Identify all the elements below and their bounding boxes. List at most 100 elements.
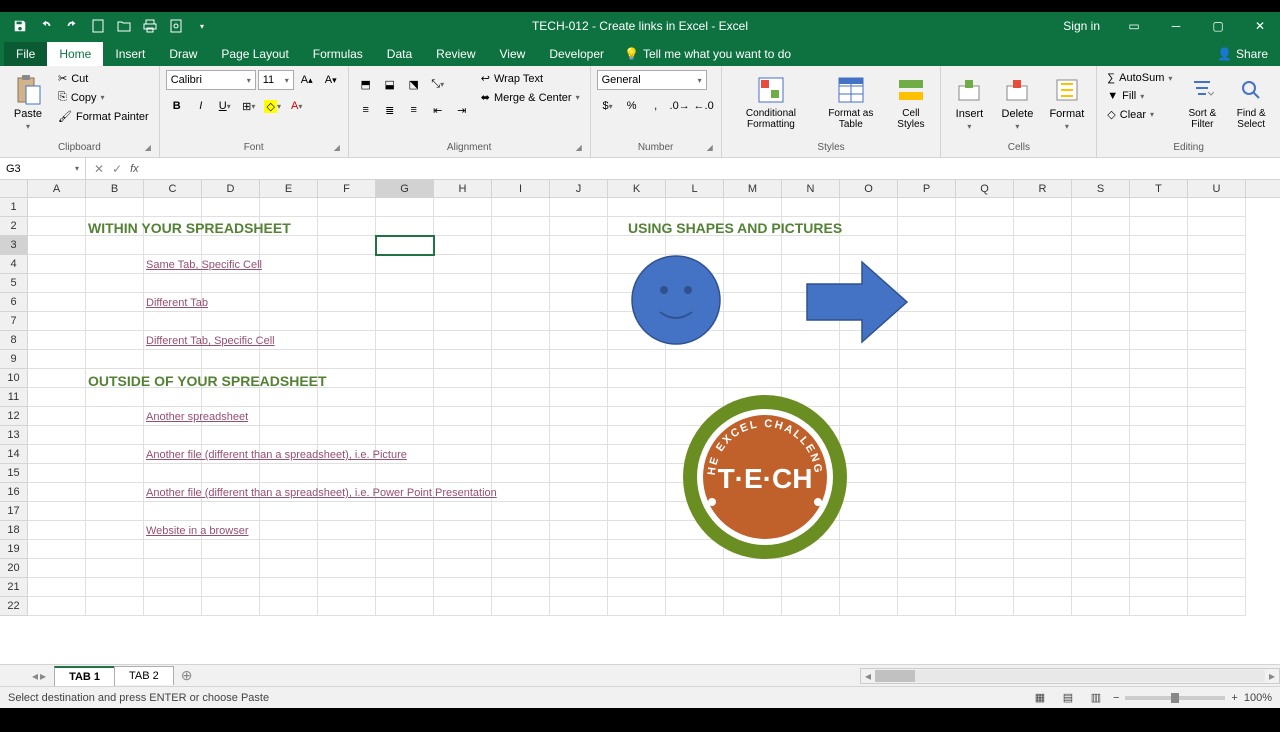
cell-B19[interactable] (86, 540, 144, 559)
cell-M1[interactable] (724, 198, 782, 217)
cell-J18[interactable] (550, 521, 608, 540)
page-break-view-icon[interactable]: ▥ (1085, 689, 1107, 707)
cell-Q14[interactable] (956, 445, 1014, 464)
cell-J1[interactable] (550, 198, 608, 217)
print-icon[interactable] (138, 14, 162, 38)
tab-view[interactable]: View (488, 42, 538, 66)
cell-I2[interactable] (492, 217, 550, 236)
row-header-1[interactable]: 1 (0, 198, 28, 217)
cell-H5[interactable] (434, 274, 492, 293)
row-header-19[interactable]: 19 (0, 540, 28, 559)
cell-U16[interactable] (1188, 483, 1246, 502)
cell-A8[interactable] (28, 331, 86, 350)
cell-I19[interactable] (492, 540, 550, 559)
cell-E6[interactable] (260, 293, 318, 312)
cell-J16[interactable] (550, 483, 608, 502)
row-header-2[interactable]: 2 (0, 217, 28, 236)
cell-J22[interactable] (550, 597, 608, 616)
format-painter-button[interactable]: 🖌Format Painter (54, 108, 153, 125)
cell-D11[interactable] (202, 388, 260, 407)
cell-D1[interactable] (202, 198, 260, 217)
orientation-icon[interactable]: ⤡▾ (427, 74, 449, 94)
cell-N10[interactable] (782, 369, 840, 388)
cell-S2[interactable] (1072, 217, 1130, 236)
tab-developer[interactable]: Developer (537, 42, 616, 66)
row-header-7[interactable]: 7 (0, 312, 28, 331)
cell-T22[interactable] (1130, 597, 1188, 616)
cell-I20[interactable] (492, 559, 550, 578)
cell-E13[interactable] (260, 426, 318, 445)
cell-R13[interactable] (1014, 426, 1072, 445)
cell-G3[interactable] (376, 236, 434, 255)
cell-E17[interactable] (260, 502, 318, 521)
align-bottom-icon[interactable]: ⬔ (403, 74, 425, 94)
cell-J2[interactable] (550, 217, 608, 236)
link-ppt-file[interactable]: Another file (different than a spreadshe… (146, 487, 497, 499)
cell-P11[interactable] (898, 388, 956, 407)
cell-U5[interactable] (1188, 274, 1246, 293)
tab-insert[interactable]: Insert (103, 42, 157, 66)
tab-data[interactable]: Data (375, 42, 424, 66)
cell-A20[interactable] (28, 559, 86, 578)
redo-icon[interactable] (60, 14, 84, 38)
sort-filter-button[interactable]: Sort & Filter (1180, 70, 1224, 134)
tab-draw[interactable]: Draw (157, 42, 209, 66)
qat-dropdown-icon[interactable]: ▾ (190, 14, 214, 38)
sheet-tab-1[interactable]: TAB 1 (54, 666, 115, 686)
cell-C21[interactable] (144, 578, 202, 597)
cell-B14[interactable] (86, 445, 144, 464)
col-header-H[interactable]: H (434, 180, 492, 197)
cell-H9[interactable] (434, 350, 492, 369)
cell-B5[interactable] (86, 274, 144, 293)
row-header-5[interactable]: 5 (0, 274, 28, 293)
cell-P20[interactable] (898, 559, 956, 578)
cell-C7[interactable] (144, 312, 202, 331)
cell-R7[interactable] (1014, 312, 1072, 331)
cell-R2[interactable] (1014, 217, 1072, 236)
cell-T12[interactable] (1130, 407, 1188, 426)
cell-K16[interactable] (608, 483, 666, 502)
cell-I5[interactable] (492, 274, 550, 293)
cell-J9[interactable] (550, 350, 608, 369)
cell-Q11[interactable] (956, 388, 1014, 407)
cell-B11[interactable] (86, 388, 144, 407)
cell-Q21[interactable] (956, 578, 1014, 597)
cell-S13[interactable] (1072, 426, 1130, 445)
cell-S21[interactable] (1072, 578, 1130, 597)
cell-H22[interactable] (434, 597, 492, 616)
cell-T11[interactable] (1130, 388, 1188, 407)
cell-G17[interactable] (376, 502, 434, 521)
cell-M7[interactable] (724, 312, 782, 331)
cell-E20[interactable] (260, 559, 318, 578)
cell-G21[interactable] (376, 578, 434, 597)
cell-B1[interactable] (86, 198, 144, 217)
cell-P12[interactable] (898, 407, 956, 426)
cell-Q6[interactable] (956, 293, 1014, 312)
cell-P2[interactable] (898, 217, 956, 236)
cell-R12[interactable] (1014, 407, 1072, 426)
cell-S22[interactable] (1072, 597, 1130, 616)
preview-icon[interactable] (164, 14, 188, 38)
cell-O22[interactable] (840, 597, 898, 616)
cell-B3[interactable] (86, 236, 144, 255)
cell-R10[interactable] (1014, 369, 1072, 388)
cell-F11[interactable] (318, 388, 376, 407)
tab-page-layout[interactable]: Page Layout (209, 42, 300, 66)
cell-A2[interactable] (28, 217, 86, 236)
normal-view-icon[interactable]: ▦ (1029, 689, 1051, 707)
fill-button[interactable]: ▼Fill▾ (1103, 88, 1176, 104)
cell-B12[interactable] (86, 407, 144, 426)
cell-C9[interactable] (144, 350, 202, 369)
link-diff-tab-cell[interactable]: Different Tab, Specific Cell (146, 335, 275, 347)
cell-T9[interactable] (1130, 350, 1188, 369)
cell-U4[interactable] (1188, 255, 1246, 274)
cell-R3[interactable] (1014, 236, 1072, 255)
cell-Q20[interactable] (956, 559, 1014, 578)
row-header-11[interactable]: 11 (0, 388, 28, 407)
cell-H3[interactable] (434, 236, 492, 255)
row-header-17[interactable]: 17 (0, 502, 28, 521)
cell-H18[interactable] (434, 521, 492, 540)
cell-L3[interactable] (666, 236, 724, 255)
cell-C15[interactable] (144, 464, 202, 483)
link-same-tab[interactable]: Same Tab, Specific Cell (146, 259, 262, 271)
